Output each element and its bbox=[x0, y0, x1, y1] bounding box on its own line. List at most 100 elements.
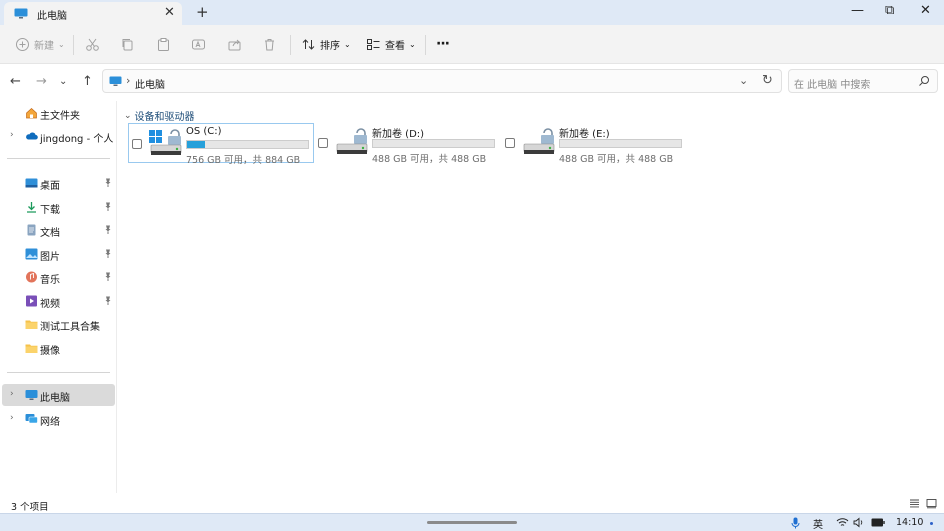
cloud-icon bbox=[26, 132, 38, 140]
back-button[interactable]: ← bbox=[10, 74, 21, 89]
chevron-right-icon[interactable]: › bbox=[10, 130, 14, 140]
folder-icon bbox=[25, 320, 38, 329]
microphone-icon[interactable] bbox=[791, 517, 800, 529]
sidebar-item-home[interactable]: 主文件夹 bbox=[2, 102, 115, 124]
breadcrumb-this-pc[interactable]: 此电脑 bbox=[135, 76, 165, 91]
new-button[interactable]: 新建 ⌄ bbox=[15, 37, 65, 52]
view-label: 查看 bbox=[385, 41, 405, 52]
search-placeholder: 在 此电脑 中搜索 bbox=[794, 80, 871, 91]
folder-icon bbox=[25, 344, 38, 353]
copy-icon[interactable] bbox=[120, 37, 135, 52]
tiles-view-icon[interactable] bbox=[926, 498, 937, 509]
ime-indicator[interactable]: 英 bbox=[813, 516, 823, 531]
plus-circle-icon bbox=[16, 38, 29, 51]
chevron-right-icon[interactable]: › bbox=[10, 389, 14, 399]
sidebar-item-downloads[interactable]: 下载 bbox=[2, 196, 115, 218]
notification-dot bbox=[930, 522, 933, 525]
sidebar-item-videos[interactable]: 视频 bbox=[2, 290, 115, 312]
group-header-devices[interactable]: ⌄ 设备和驱动器 bbox=[124, 108, 195, 124]
computer-icon bbox=[25, 390, 38, 400]
pin-icon[interactable] bbox=[104, 202, 112, 211]
volume-icon[interactable] bbox=[853, 517, 864, 528]
sidebar-item-pictures[interactable]: 图片 bbox=[2, 243, 115, 265]
sidebar-item-desktop[interactable]: 桌面 bbox=[2, 172, 115, 194]
item-count: 3 个项目 bbox=[11, 502, 49, 513]
drive-usage-fill bbox=[187, 141, 205, 148]
address-bar[interactable]: › 此电脑 ⌄ bbox=[102, 69, 782, 93]
pin-icon[interactable] bbox=[104, 272, 112, 281]
sidebar-item-label: 网络 bbox=[40, 417, 60, 428]
drive-space-text: 488 GB 可用，共 488 GB bbox=[559, 154, 674, 165]
sidebar-item-network[interactable]: › 网络 bbox=[2, 408, 115, 430]
rename-icon[interactable] bbox=[191, 37, 206, 52]
paste-icon[interactable] bbox=[156, 37, 171, 52]
recent-locations-button[interactable]: ⌄ bbox=[59, 76, 67, 87]
refresh-button[interactable]: ↻ bbox=[762, 73, 773, 88]
pin-icon[interactable] bbox=[104, 178, 112, 187]
details-view-icon[interactable] bbox=[909, 498, 920, 509]
music-icon bbox=[26, 271, 37, 283]
search-icon bbox=[919, 76, 929, 86]
group-title: 设备和驱动器 bbox=[134, 112, 195, 123]
drive-checkbox[interactable] bbox=[505, 138, 515, 148]
sidebar-item-onedrive[interactable]: › jingdong - 个人 bbox=[2, 125, 115, 147]
taskbar-handle[interactable] bbox=[427, 521, 517, 524]
pin-icon[interactable] bbox=[104, 249, 112, 258]
drive-name: 新加卷 (E:) bbox=[559, 129, 610, 140]
chevron-right-icon[interactable]: › bbox=[10, 413, 14, 423]
drive-e[interactable]: 新加卷 (E:) 488 GB 可用，共 488 GB bbox=[502, 123, 688, 165]
toolbar-divider bbox=[290, 35, 291, 55]
sort-button[interactable]: 排序 ⌄ bbox=[301, 37, 351, 52]
pin-icon[interactable] bbox=[104, 225, 112, 234]
close-window-button[interactable]: ✕ bbox=[920, 3, 931, 18]
video-icon bbox=[26, 295, 37, 307]
drive-space-text: 488 GB 可用，共 488 GB bbox=[372, 154, 487, 165]
close-tab-button[interactable]: ✕ bbox=[164, 5, 175, 20]
search-input[interactable]: 在 此电脑 中搜索 bbox=[788, 69, 938, 93]
sidebar-item-test-tools[interactable]: 测试工具合集 bbox=[2, 313, 115, 335]
sidebar-divider bbox=[7, 158, 110, 159]
forward-button[interactable]: → bbox=[36, 74, 47, 89]
title-bar: 此电脑 ✕ + — ⧉ ✕ bbox=[0, 0, 944, 25]
drive-space-text: 756 GB 可用，共 884 GB bbox=[186, 155, 301, 166]
more-options-button[interactable]: ··· bbox=[436, 36, 450, 52]
sidebar-item-label: 此电脑 bbox=[40, 393, 70, 404]
drive-c[interactable]: OS (C:) 756 GB 可用，共 884 GB bbox=[128, 123, 314, 166]
share-icon[interactable] bbox=[227, 37, 242, 52]
address-history-dropdown[interactable]: ⌄ bbox=[739, 74, 748, 87]
battery-icon[interactable] bbox=[871, 518, 885, 527]
sidebar-item-label: 桌面 bbox=[40, 181, 60, 192]
sidebar-item-label: 测试工具合集 bbox=[40, 322, 100, 333]
sidebar-item-camera[interactable]: 摄像 bbox=[2, 337, 115, 359]
wifi-icon[interactable] bbox=[836, 517, 849, 528]
new-label: 新建 bbox=[34, 41, 54, 52]
chevron-down-icon: ⌄ bbox=[124, 110, 132, 121]
tab-this-pc[interactable]: 此电脑 ✕ bbox=[4, 2, 182, 25]
toolbar-divider bbox=[73, 35, 74, 55]
sidebar-item-documents[interactable]: 文档 bbox=[2, 219, 115, 241]
document-icon bbox=[27, 224, 36, 236]
delete-icon[interactable] bbox=[262, 37, 277, 52]
minimize-button[interactable]: — bbox=[851, 3, 864, 18]
drive-checkbox[interactable] bbox=[132, 139, 142, 149]
windows-drive-icon bbox=[149, 129, 182, 155]
computer-icon bbox=[14, 8, 28, 19]
drive-d[interactable]: 新加卷 (D:) 488 GB 可用，共 488 GB bbox=[315, 123, 501, 165]
sidebar-item-music[interactable]: 音乐 bbox=[2, 266, 115, 288]
drive-usage-bar bbox=[559, 139, 682, 148]
sidebar-item-label: 视频 bbox=[40, 299, 60, 310]
view-button[interactable]: 查看 ⌄ bbox=[366, 37, 416, 52]
drive-checkbox[interactable] bbox=[318, 138, 328, 148]
sidebar-item-this-pc[interactable]: › 此电脑 bbox=[2, 384, 115, 406]
new-tab-button[interactable]: + bbox=[196, 3, 209, 21]
sort-icon bbox=[302, 39, 315, 50]
clock[interactable]: 14:10 bbox=[896, 517, 923, 528]
maximize-button[interactable]: ⧉ bbox=[885, 3, 894, 18]
pin-icon[interactable] bbox=[104, 296, 112, 305]
desktop-icon bbox=[25, 178, 38, 188]
status-bar: 3 个项目 bbox=[0, 493, 944, 513]
sidebar-item-label: 主文件夹 bbox=[40, 111, 80, 122]
cut-icon[interactable] bbox=[85, 37, 100, 52]
sidebar-item-label: 文档 bbox=[40, 228, 60, 239]
up-button[interactable]: ↑ bbox=[82, 74, 93, 89]
